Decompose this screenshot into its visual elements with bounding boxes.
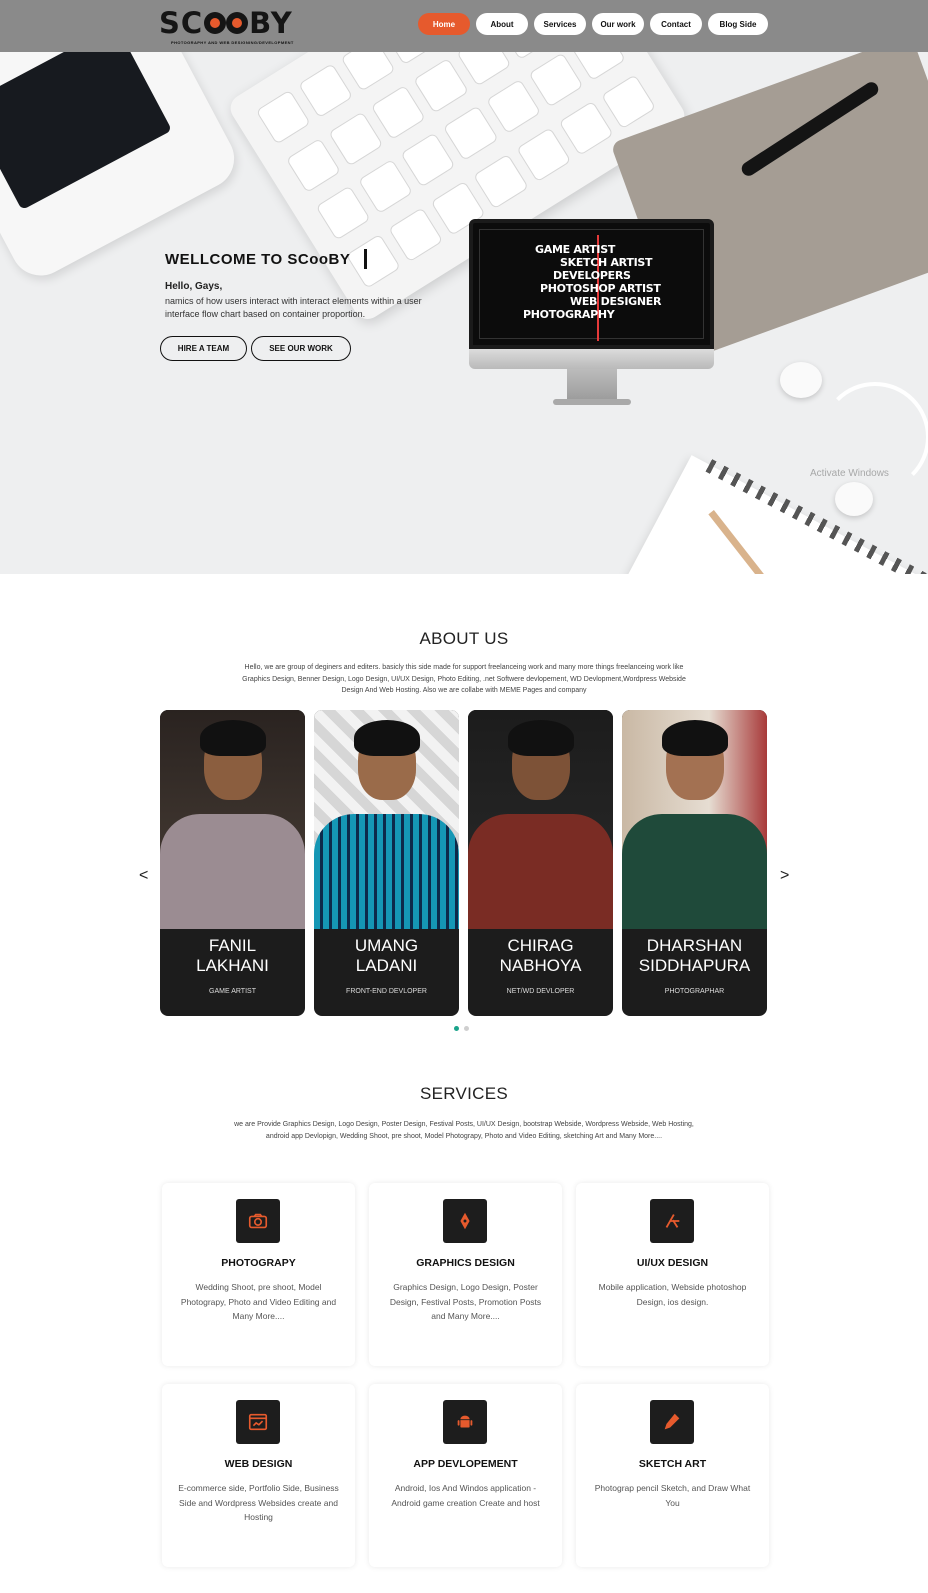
team-name: CHIRAG NABHOYA [499, 936, 582, 975]
team-photo [468, 710, 613, 929]
activate-windows-watermark: Activate Windows [810, 468, 889, 479]
monitor-line: DEVELOPERS [553, 269, 631, 282]
hero-buttons: HIRE A TEAM SEE OUR WORK [160, 336, 425, 361]
hero-title-text: WELLCOME TO SCooBY [165, 250, 351, 268]
services-grid: PHOTOGRAPY Wedding Shoot, pre shoot, Mod… [162, 1183, 769, 1567]
pen-tool-icon [443, 1199, 487, 1243]
team-role: FRONT-END DEVLOPER [346, 988, 427, 995]
team-carousel: FANIL LAKHANI GAME ARTIST UMANG LADANI FRO… [160, 710, 767, 1016]
hero-earbud-image-2 [835, 482, 873, 516]
nav-our-work[interactable]: Our work [592, 13, 644, 35]
camera-icon [236, 1199, 280, 1243]
monitor-line: SKETCH ARTIST [560, 256, 653, 269]
nav-contact[interactable]: Contact [650, 13, 702, 35]
about-title: ABOUT US [419, 629, 509, 648]
monitor-screen: GAME ARTIST SKETCH ARTIST DEVELOPERS PHO… [469, 219, 714, 349]
about-description: Hello, we are group of deginers and edit… [242, 664, 686, 694]
service-desc: Graphics Design, Logo Design, Poster Des… [389, 1282, 542, 1321]
team-photo [622, 710, 767, 929]
logo-prefix: SC [159, 6, 204, 40]
team-card[interactable]: CHIRAG NABHOYA NET/WD DEVLOPER [468, 710, 613, 1016]
monitor-line: PHOTOGRAPHY [523, 308, 615, 321]
hero-text-block: WELLCOME TO SCooBY Hello, Gays, namics o… [160, 249, 425, 361]
nav-services[interactable]: Services [534, 13, 586, 35]
logo-eyes-icon [204, 12, 249, 34]
hero-title: WELLCOME TO SCooBY [165, 249, 425, 269]
team-name: DHARSHAN SIDDHAPURA [638, 936, 751, 975]
nav-blog-side[interactable]: Blog Side [708, 13, 768, 35]
site-logo[interactable]: SC BY PHOTOGRAPHY AND WEB DESIGNING/DEVE… [159, 6, 309, 48]
logo-suffix: BY [249, 6, 293, 40]
service-title: GRAPHICS DESIGN [416, 1257, 515, 1269]
team-card[interactable]: FANIL LAKHANI GAME ARTIST [160, 710, 305, 1016]
team-role: GAME ARTIST [209, 988, 256, 995]
service-card-graphics-design[interactable]: GRAPHICS DESIGN Graphics Design, Logo De… [369, 1183, 562, 1366]
hero-description: namics of how users interact with intera… [165, 296, 422, 319]
logo-tagline: PHOTOGRAPHY AND WEB DESIGNING/DEVELOPMEN… [171, 40, 294, 45]
monitor-text: GAME ARTIST SKETCH ARTIST DEVELOPERS PHO… [523, 243, 663, 321]
android-icon [443, 1400, 487, 1444]
carousel-next-icon[interactable]: > [780, 867, 789, 885]
service-desc: Mobile application, Webside photoshop De… [598, 1282, 747, 1307]
service-card-photograpy[interactable]: PHOTOGRAPY Wedding Shoot, pre shoot, Mod… [162, 1183, 355, 1366]
service-desc: Photograp pencil Sketch, and Draw What Y… [594, 1483, 751, 1508]
carousel-dot[interactable] [464, 1026, 469, 1031]
nav-about[interactable]: About [476, 13, 528, 35]
hero-earbud-image [780, 362, 822, 398]
team-card[interactable]: DHARSHAN SIDDHAPURA PHOTOGRAPHAR [622, 710, 767, 1016]
browser-window-icon [236, 1400, 280, 1444]
carousel-prev-icon[interactable]: < [139, 867, 148, 885]
monitor-line: PHOTOSHOP ARTIST [540, 282, 661, 295]
nav-home[interactable]: Home [418, 13, 470, 35]
service-card-app-devlopement[interactable]: APP DEVLOPEMENT Android, Ios And Windos … [369, 1384, 562, 1567]
team-role: NET/WD DEVLOPER [506, 988, 575, 995]
main-menu: Home About Services Our work Contact Blo… [418, 13, 768, 35]
carousel-dots [454, 1026, 469, 1031]
team-name: UMANG LADANI [354, 936, 419, 975]
service-card-web-design[interactable]: WEB DESIGN E-commerce side, Portfolio Si… [162, 1384, 355, 1567]
team-photo [160, 710, 305, 929]
carousel-dot-active[interactable] [454, 1026, 459, 1031]
service-card-ui-ux-design[interactable]: UI/UX DESIGN Mobile application, Webside… [576, 1183, 769, 1366]
monitor-stand [566, 369, 617, 399]
service-title: APP DEVLOPEMENT [413, 1458, 518, 1470]
service-card-sketch-art[interactable]: SKETCH ART Photograp pencil Sketch, and … [576, 1384, 769, 1567]
service-desc: E-commerce side, Portfolio Side, Busines… [178, 1483, 339, 1522]
monitor-base [552, 399, 631, 405]
typing-cursor [364, 249, 368, 269]
pencil-icon [650, 1400, 694, 1444]
team-name: FANIL LAKHANI [196, 936, 269, 975]
hero-section: WELLCOME TO SCooBY Hello, Gays, namics o… [0, 52, 928, 574]
hero-greeting: Hello, Gays, [165, 281, 223, 292]
service-title: WEB DESIGN [224, 1458, 293, 1470]
monitor-line: WEB DESIGNER [570, 295, 662, 308]
monitor-line: GAME ARTIST [535, 243, 616, 256]
logo-wordmark: SC BY [159, 6, 309, 40]
services-description: we are Provide Graphics Design, Logo Des… [234, 1121, 694, 1140]
team-role: PHOTOGRAPHAR [664, 988, 725, 995]
service-title: UI/UX DESIGN [636, 1257, 709, 1269]
services-title: SERVICES [419, 1084, 509, 1103]
see-our-work-button[interactable]: SEE OUR WORK [251, 336, 351, 361]
top-navbar: SC BY PHOTOGRAPHY AND WEB DESIGNING/DEVE… [0, 0, 928, 52]
team-card[interactable]: UMANG LADANI FRONT-END DEVLOPER [314, 710, 459, 1016]
monitor-chin [469, 349, 714, 369]
team-photo [314, 710, 459, 929]
app-store-icon [650, 1199, 694, 1243]
service-title: PHOTOGRAPY [221, 1257, 296, 1269]
hero-monitor-graphic: GAME ARTIST SKETCH ARTIST DEVELOPERS PHO… [469, 219, 714, 405]
service-title: SKETCH ART [638, 1458, 707, 1470]
service-desc: Android, Ios And Windos application - An… [391, 1483, 540, 1508]
service-desc: Wedding Shoot, pre shoot, Model Photogra… [180, 1282, 337, 1321]
hire-a-team-button[interactable]: HIRE A TEAM [160, 336, 247, 361]
